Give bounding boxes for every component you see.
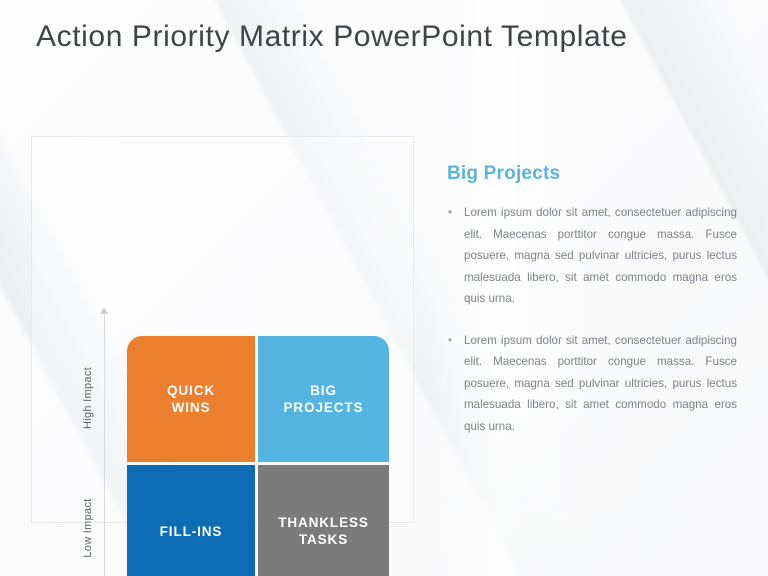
quadrant-thankless-tasks-label: THANKLESS TASKS [278, 514, 369, 548]
quadrant-big-projects-label: BIG PROJECTS [284, 382, 364, 416]
quadrant-quick-wins-line1: QUICK [167, 383, 215, 398]
quadrant-quick-wins[interactable]: QUICK WINS [127, 336, 255, 462]
matrix-panel: High Impact Low Impact Low Effort High E… [31, 136, 414, 576]
list-item-text: Lorem ipsum dolor sit amet, consectetuer… [464, 206, 737, 305]
bullet-list: • Lorem ipsum dolor sit amet, consectetu… [447, 202, 737, 437]
quadrant-quick-wins-label: QUICK WINS [167, 382, 215, 416]
y-axis-arrowhead-icon [100, 307, 108, 314]
quadrant-big-projects-line2: PROJECTS [283, 400, 364, 415]
y-axis-label-low-impact: Low Impact [82, 498, 94, 558]
y-axis-line [104, 312, 105, 576]
y-axis-label-high-impact: High Impact [82, 367, 94, 429]
list-item: • Lorem ipsum dolor sit amet, consectetu… [447, 330, 737, 438]
content-heading: Big Projects [447, 163, 561, 184]
quadrant-fill-ins[interactable]: FILL-INS [127, 465, 255, 576]
slide: Action Priority Matrix PowerPoint Templa… [0, 0, 768, 576]
bullet-dot-icon: • [448, 206, 453, 219]
quadrant-thankless-tasks-line2: TASKS [298, 532, 349, 547]
list-item-text: Lorem ipsum dolor sit amet, consectetuer… [464, 333, 737, 433]
list-item: • Lorem ipsum dolor sit amet, consectetu… [447, 202, 737, 310]
quadrant-fill-ins-label: FILL-INS [159, 523, 223, 539]
content-panel: Big Projects • Lorem ipsum dolor sit ame… [447, 162, 737, 437]
quadrant-quick-wins-line2: WINS [171, 400, 211, 415]
page-title: Action Priority Matrix PowerPoint Templa… [36, 20, 628, 53]
bullet-dot-icon: • [448, 333, 453, 347]
quadrant-thankless-tasks[interactable]: THANKLESS TASKS [258, 465, 389, 576]
quadrant-thankless-tasks-line1: THANKLESS [278, 515, 369, 530]
quadrant-big-projects[interactable]: BIG PROJECTS [258, 336, 389, 462]
matrix-quadrants: QUICK WINS BIG PROJECTS FILL-INS THANKLE… [127, 336, 389, 576]
quadrant-big-projects-line1: BIG [310, 383, 337, 398]
